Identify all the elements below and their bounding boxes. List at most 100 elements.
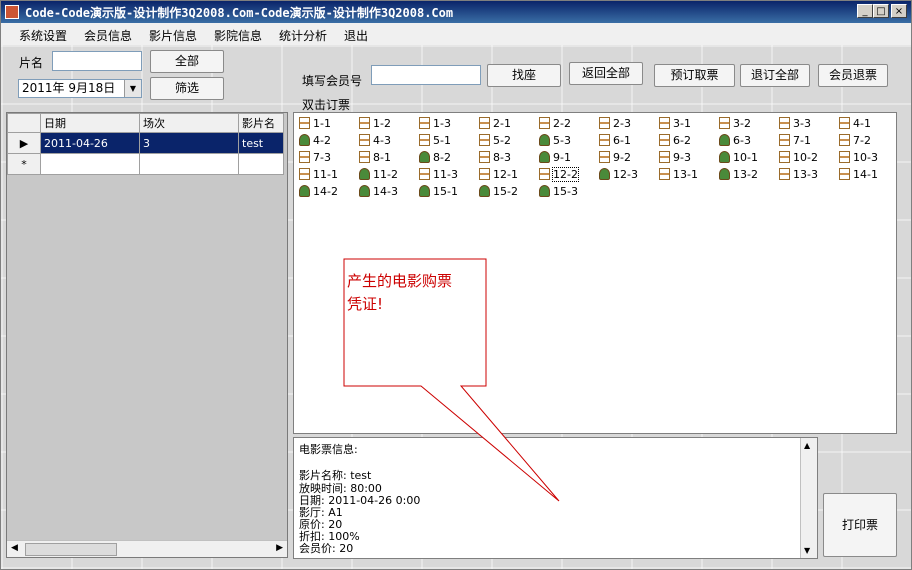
menu-member-info[interactable]: 会员信息	[84, 27, 132, 44]
show-all-button[interactable]: 全部	[150, 50, 224, 73]
scroll-thumb[interactable]	[25, 543, 117, 556]
minimize-button[interactable]: _	[857, 4, 873, 18]
seat-13-1[interactable]: 13-1	[659, 167, 698, 183]
seat-8-3[interactable]: 8-3	[479, 150, 511, 166]
column-header-session[interactable]: 场次	[139, 113, 239, 133]
scroll-left-icon[interactable]: ◀	[11, 543, 18, 553]
seat-9-1[interactable]: 9-1	[539, 150, 571, 166]
seat-label: 14-3	[373, 185, 398, 198]
seat-5-3[interactable]: 5-3	[539, 133, 571, 149]
find-seat-button[interactable]: 找座	[487, 64, 561, 87]
seat-10-3[interactable]: 10-3	[839, 150, 878, 166]
menu-exit[interactable]: 退出	[344, 27, 368, 44]
seat-12-1[interactable]: 12-1	[479, 167, 518, 183]
vertical-scrollbar[interactable]: ▲ ▼	[800, 438, 817, 558]
cancel-all-button[interactable]: 退订全部	[740, 64, 810, 87]
seat-12-3[interactable]: 12-3	[599, 167, 638, 183]
callout-text: 产生的电影购票 凭证!	[347, 270, 477, 316]
table-row[interactable]: ▶ 2011-04-26 3 test	[7, 132, 284, 154]
reserve-pickup-button[interactable]: 预订取票	[654, 64, 735, 87]
member-number-input[interactable]	[371, 65, 481, 85]
seat-4-2[interactable]: 4-2	[299, 133, 331, 149]
seat-15-3[interactable]: 15-3	[539, 184, 578, 200]
new-row[interactable]: *	[7, 153, 284, 175]
seat-11-1[interactable]: 11-1	[299, 167, 338, 183]
seat-7-3[interactable]: 7-3	[299, 150, 331, 166]
seat-3-2[interactable]: 3-2	[719, 116, 751, 132]
cell-new[interactable]	[139, 153, 239, 175]
scroll-right-icon[interactable]: ▶	[276, 543, 283, 553]
menu-cinema-info[interactable]: 影院信息	[214, 27, 262, 44]
seat-13-3[interactable]: 13-3	[779, 167, 818, 183]
cell-new[interactable]	[40, 153, 140, 175]
grid-header: 日期 场次 影片名	[7, 113, 284, 133]
seat-label: 15-3	[553, 185, 578, 198]
column-header-film[interactable]: 影片名	[238, 113, 284, 133]
cell-date[interactable]: 2011-04-26	[40, 132, 140, 154]
return-all-button[interactable]: 返回全部	[569, 62, 643, 85]
chevron-down-icon[interactable]: ▼	[124, 80, 141, 97]
seat-8-2[interactable]: 8-2	[419, 150, 451, 166]
seat-9-3[interactable]: 9-3	[659, 150, 691, 166]
member-refund-button[interactable]: 会员退票	[818, 64, 888, 87]
seat-14-3[interactable]: 14-3	[359, 184, 398, 200]
seat-10-1[interactable]: 10-1	[719, 150, 758, 166]
seat-14-1[interactable]: 14-1	[839, 167, 878, 183]
seat-3-1[interactable]: 3-1	[659, 116, 691, 132]
empty-seat-icon	[419, 134, 430, 146]
screening-grid[interactable]: 日期 场次 影片名 ▶ 2011-04-26 3 test * ◀ ▶	[6, 112, 288, 558]
filter-button[interactable]: 筛选	[150, 77, 224, 100]
menu-film-info[interactable]: 影片信息	[149, 27, 197, 44]
column-header-date[interactable]: 日期	[40, 113, 140, 133]
menu-system-settings[interactable]: 系统设置	[19, 27, 67, 44]
maximize-button[interactable]: □	[873, 4, 889, 18]
seat-14-2[interactable]: 14-2	[299, 184, 338, 200]
seat-1-3[interactable]: 1-3	[419, 116, 451, 132]
seat-15-2[interactable]: 15-2	[479, 184, 518, 200]
cell-new[interactable]	[238, 153, 284, 175]
seat-12-2[interactable]: 12-2	[539, 167, 579, 183]
cell-film[interactable]: test	[238, 132, 284, 154]
seat-label: 10-2	[793, 151, 818, 164]
seat-2-3[interactable]: 2-3	[599, 116, 631, 132]
seat-5-1[interactable]: 5-1	[419, 133, 451, 149]
empty-seat-icon	[479, 168, 490, 180]
seat-5-2[interactable]: 5-2	[479, 133, 511, 149]
close-button[interactable]: ×	[891, 4, 907, 18]
seat-10-2[interactable]: 10-2	[779, 150, 818, 166]
title-bar[interactable]: Code-Code演示版-设计制作3Q2008.Com-Code演示版-设计制作…	[1, 1, 911, 23]
seat-11-2[interactable]: 11-2	[359, 167, 398, 183]
seat-6-1[interactable]: 6-1	[599, 133, 631, 149]
seat-1-2[interactable]: 1-2	[359, 116, 391, 132]
seat-4-3[interactable]: 4-3	[359, 133, 391, 149]
seat-15-1[interactable]: 15-1	[419, 184, 458, 200]
scroll-up-icon[interactable]: ▲	[804, 441, 810, 450]
seat-4-1[interactable]: 4-1	[839, 116, 871, 132]
seat-7-2[interactable]: 7-2	[839, 133, 871, 149]
print-ticket-button[interactable]: 打印票	[823, 493, 897, 557]
cell-session[interactable]: 3	[139, 132, 239, 154]
seat-6-2[interactable]: 6-2	[659, 133, 691, 149]
seat-7-1[interactable]: 7-1	[779, 133, 811, 149]
ticket-info-textbox[interactable]: ▲ ▼ 电影票信息: 影片名称: test 放映时间: 80:00 日期: 2011-…	[293, 437, 818, 559]
seat-13-2[interactable]: 13-2	[719, 167, 758, 183]
seat-label: 4-2	[313, 134, 331, 147]
seat-1-1[interactable]: 1-1	[299, 116, 331, 132]
seat-9-2[interactable]: 9-2	[599, 150, 631, 166]
film-name-input[interactable]	[52, 51, 142, 71]
scroll-down-icon[interactable]: ▼	[804, 546, 810, 555]
seat-8-1[interactable]: 8-1	[359, 150, 391, 166]
seat-2-2[interactable]: 2-2	[539, 116, 571, 132]
seat-label: 8-2	[433, 151, 451, 164]
date-picker[interactable]: 2011年 9月18日 ▼	[18, 79, 142, 98]
seat-11-3[interactable]: 11-3	[419, 167, 458, 183]
horizontal-scrollbar[interactable]: ◀ ▶	[7, 540, 287, 557]
seat-3-3[interactable]: 3-3	[779, 116, 811, 132]
seat-6-3[interactable]: 6-3	[719, 133, 751, 149]
member-number-label: 填写会员号	[302, 74, 363, 88]
seat-label: 1-2	[373, 117, 391, 130]
empty-seat-icon	[779, 134, 790, 146]
menu-statistics[interactable]: 统计分析	[279, 27, 327, 44]
empty-seat-icon	[599, 151, 610, 163]
seat-2-1[interactable]: 2-1	[479, 116, 511, 132]
